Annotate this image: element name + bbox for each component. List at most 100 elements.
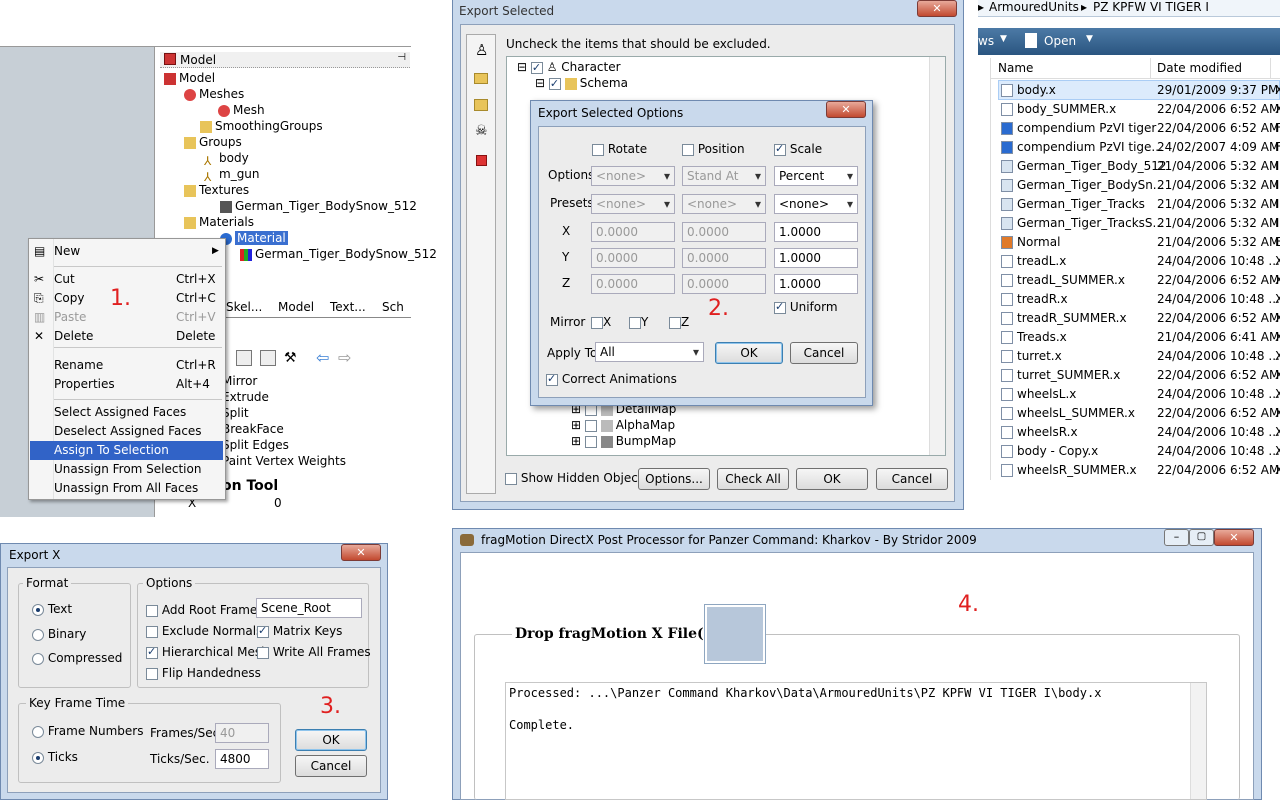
- export-ok-button[interactable]: OK: [796, 468, 868, 490]
- export-x-cancel-button[interactable]: Cancel: [295, 755, 367, 777]
- character-icon[interactable]: ♙: [475, 41, 488, 59]
- format-binary-radio[interactable]: [32, 628, 44, 641]
- file-row[interactable]: wheelsL_SUMMER.x 22/04/2006 6:52 AM X: [998, 404, 1280, 423]
- position-checkbox[interactable]: [682, 143, 694, 156]
- tree-bumpmap[interactable]: ⊞ BumpMap: [571, 433, 676, 449]
- check-all-button[interactable]: Check All: [717, 468, 789, 490]
- rotate-presets-select[interactable]: <none>: [591, 194, 675, 214]
- minimize-button[interactable]: –: [1164, 529, 1189, 546]
- context-menu-item[interactable]: ✕ Delete Delete: [30, 327, 223, 346]
- position-z-field[interactable]: 0.0000: [682, 274, 766, 294]
- tree-node-material[interactable]: Material: [220, 230, 288, 246]
- fps-field[interactable]: 40: [215, 723, 269, 743]
- ticks-row[interactable]: Ticks: [32, 750, 78, 764]
- file-row[interactable]: turret.x 24/04/2006 10:48 ... X: [998, 347, 1280, 366]
- scale-row[interactable]: Scale: [774, 142, 822, 156]
- mirror-z-checkbox[interactable]: [669, 316, 681, 329]
- tab-schema[interactable]: Sch: [382, 300, 404, 314]
- context-menu-item[interactable]: Rename Ctrl+R: [30, 356, 223, 375]
- chevron-down-icon[interactable]: ▼: [1000, 34, 1007, 44]
- tab-skeleton[interactable]: Skel...: [226, 300, 262, 314]
- mirror-y-checkbox[interactable]: [629, 316, 641, 329]
- write-all-checkbox[interactable]: [257, 646, 269, 659]
- hier-mesh-checkbox[interactable]: [146, 645, 158, 659]
- character-checkbox[interactable]: [530, 60, 543, 76]
- tree-node-texture[interactable]: German_Tiger_BodySnow_512: [220, 198, 417, 214]
- frame-numbers-radio[interactable]: [32, 725, 44, 738]
- flip-checkbox[interactable]: [146, 667, 158, 680]
- position-row[interactable]: Position: [682, 142, 745, 156]
- exclude-normals-checkbox[interactable]: [146, 625, 158, 638]
- alphamap-checkbox[interactable]: [584, 419, 597, 432]
- root-frame-field[interactable]: Scene_Root: [256, 598, 362, 618]
- file-row[interactable]: treadL.x 24/04/2006 10:48 ... X: [998, 252, 1280, 271]
- matrix-keys-checkbox[interactable]: [257, 624, 269, 638]
- tree-alphamap[interactable]: ⊞ AlphaMap: [571, 417, 675, 433]
- format-compressed-row[interactable]: Compressed: [32, 651, 122, 665]
- context-menu-item[interactable]: Properties Alt+4: [30, 375, 223, 394]
- position-presets-select[interactable]: <none>: [682, 194, 766, 214]
- file-row[interactable]: turret_SUMMER.x 22/04/2006 6:52 AM X: [998, 366, 1280, 385]
- format-binary-row[interactable]: Binary: [32, 627, 86, 641]
- schema-checkbox[interactable]: [548, 76, 561, 92]
- file-row[interactable]: body.x 29/01/2009 9:37 PM X: [998, 81, 1280, 100]
- col-name-header[interactable]: Name: [998, 61, 1033, 75]
- edit-tool-icon[interactable]: [260, 350, 276, 366]
- folder-icon[interactable]: [474, 73, 488, 84]
- scale-checkbox[interactable]: [774, 142, 786, 156]
- chevron-down-icon[interactable]: ▼: [1086, 34, 1093, 44]
- tree-node-model[interactable]: Model: [164, 70, 215, 86]
- folder-settings-icon[interactable]: [474, 99, 488, 111]
- flip-row[interactable]: Flip Handedness: [146, 666, 261, 680]
- select-tool-icon[interactable]: [236, 350, 252, 366]
- rotate-z-field[interactable]: 0.0000: [591, 274, 675, 294]
- context-menu-item[interactable]: ▤ New ▶: [30, 242, 223, 261]
- mirror-z-row[interactable]: Z: [669, 315, 689, 329]
- scale-presets-select[interactable]: <none>: [774, 194, 858, 214]
- log-output[interactable]: Processed: ...\Panzer Command Kharkov\Da…: [505, 682, 1207, 800]
- tree-schema[interactable]: ⊟ Schema: [535, 75, 628, 92]
- skull-icon[interactable]: ☠: [475, 123, 488, 139]
- tree-node-meshes[interactable]: Meshes: [184, 86, 244, 102]
- frame-numbers-row[interactable]: Frame Numbers: [32, 724, 144, 738]
- hammer-icon[interactable]: ⚒: [284, 350, 297, 366]
- rotate-row[interactable]: Rotate: [592, 142, 647, 156]
- options-cancel-button[interactable]: Cancel: [790, 342, 858, 364]
- postproc-close[interactable]: ✕: [1214, 529, 1254, 546]
- file-row[interactable]: Treads.x 21/04/2006 6:41 AM X: [998, 328, 1280, 347]
- position-options-select[interactable]: Stand At: [682, 166, 766, 186]
- tab-model[interactable]: Model: [278, 300, 314, 314]
- rotate-x-field[interactable]: 0.0000: [591, 222, 675, 242]
- scale-y-field[interactable]: 1.0000: [774, 248, 858, 268]
- format-text-radio[interactable]: [32, 603, 44, 616]
- mirror-x-row[interactable]: X: [591, 315, 611, 329]
- uniform-row[interactable]: Uniform: [774, 300, 838, 314]
- file-row[interactable]: compendium PzVI tiger 22/04/2006 6:52 AM F: [998, 119, 1280, 138]
- breadcrumb-item[interactable]: ArmouredUnits: [989, 0, 1079, 14]
- file-row[interactable]: treadR.x 24/04/2006 10:48 ... X: [998, 290, 1280, 309]
- tree-node-body[interactable]: ⅄ body: [204, 150, 249, 168]
- arrow-left-icon[interactable]: ⇦: [316, 348, 329, 367]
- context-menu-item[interactable]: Deselect Assigned Faces: [30, 422, 223, 441]
- export-cancel-button[interactable]: Cancel: [876, 468, 948, 490]
- add-root-row[interactable]: Add Root Frame: [146, 603, 257, 617]
- matrix-keys-row[interactable]: Matrix Keys: [257, 624, 342, 638]
- correct-anim-row[interactable]: Correct Animations: [546, 372, 677, 386]
- format-text-row[interactable]: Text: [32, 602, 72, 616]
- options-dialog-close[interactable]: ✕: [826, 101, 866, 118]
- mirror-x-checkbox[interactable]: [591, 316, 603, 329]
- scale-options-select[interactable]: Percent: [774, 166, 858, 186]
- exclude-normals-row[interactable]: Exclude Normals: [146, 624, 262, 638]
- tree-node-material-texture[interactable]: German_Tiger_BodySnow_512: [240, 246, 437, 262]
- tool-split-edges[interactable]: Split Edges: [222, 438, 289, 452]
- file-row[interactable]: German_Tiger_Tracks 21/04/2006 5:32 AM I: [998, 195, 1280, 214]
- arrow-right-icon[interactable]: ⇨: [338, 348, 351, 367]
- tree-node-groups[interactable]: Groups: [184, 134, 242, 150]
- file-row[interactable]: German_Tiger_TracksS... 21/04/2006 5:32 A…: [998, 214, 1280, 233]
- rotate-checkbox[interactable]: [592, 143, 604, 156]
- tool-paint-weights[interactable]: Paint Vertex Weights: [222, 454, 346, 468]
- tool-extrude[interactable]: Extrude: [222, 390, 269, 404]
- export-x-close[interactable]: ✕: [341, 544, 381, 561]
- file-row[interactable]: body - Copy.x 24/04/2006 10:48 ... X: [998, 442, 1280, 461]
- tree-node-materials[interactable]: Materials: [184, 214, 254, 230]
